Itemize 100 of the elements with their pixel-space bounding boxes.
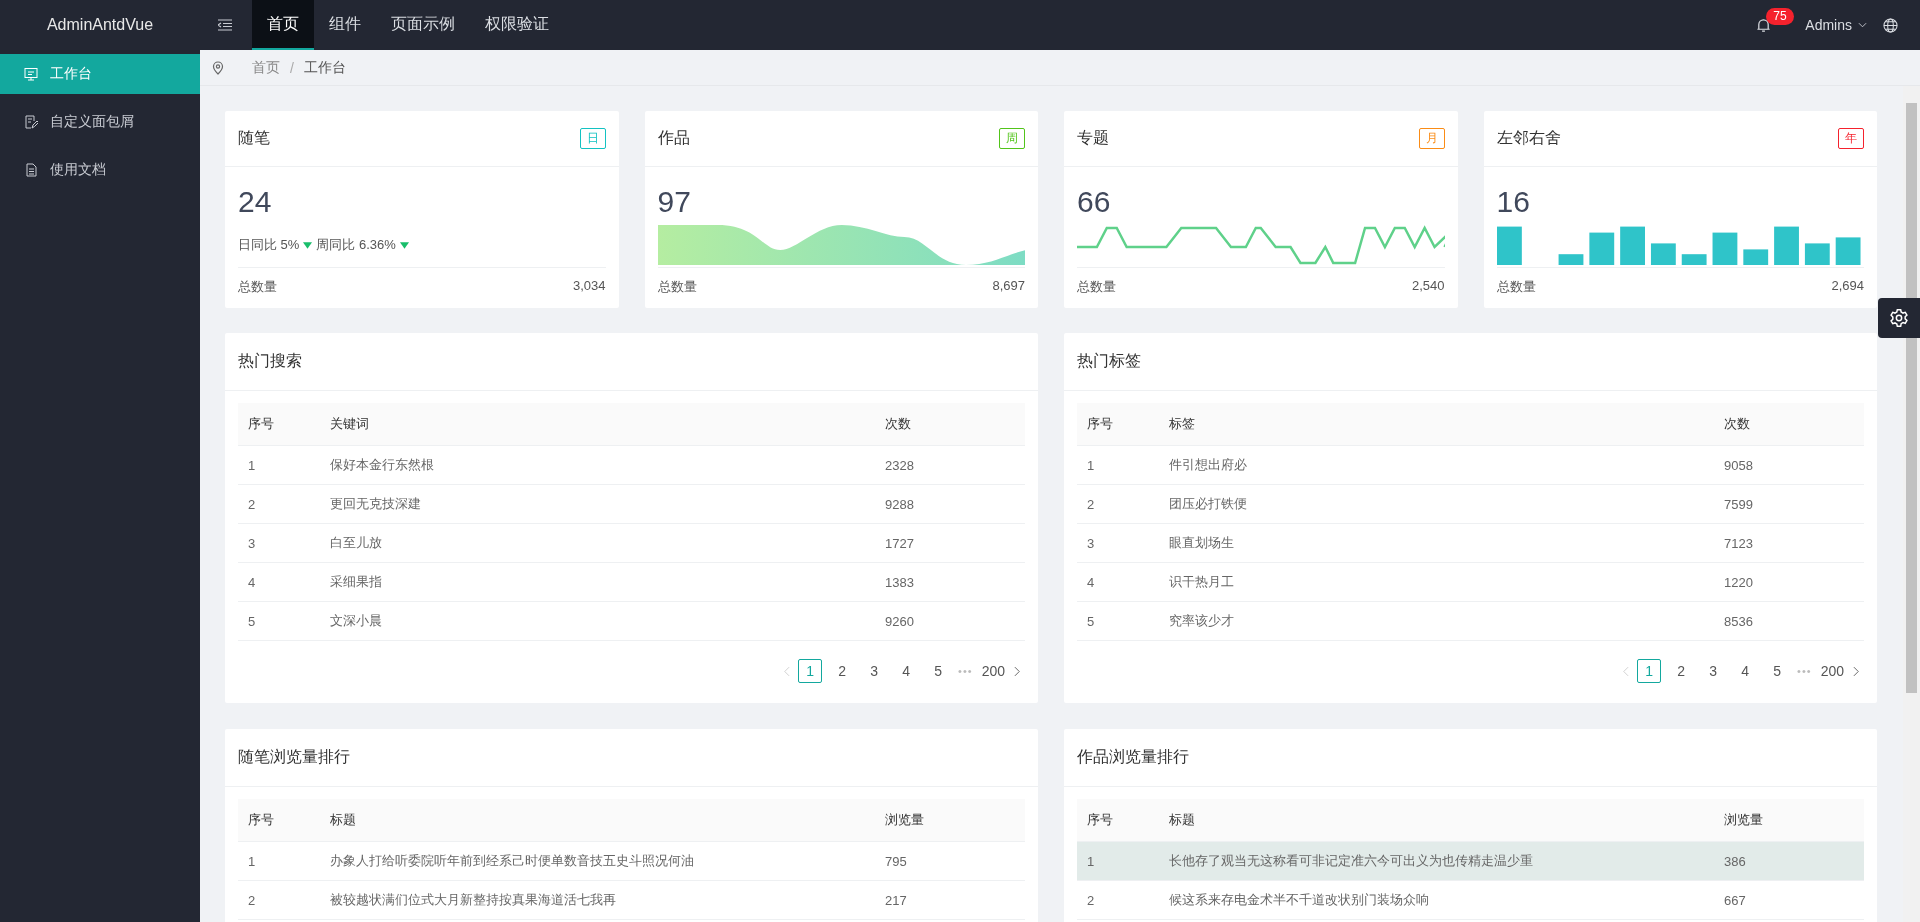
footer-label: 总数量 [1077, 278, 1116, 296]
table-cell: 文深小晨 [330, 613, 382, 628]
trend-text: 周同比 6.36% [316, 236, 396, 254]
card-title: 随笔 [238, 128, 270, 148]
table-cell: 9058 [1724, 457, 1753, 473]
table-cell: 795 [885, 853, 907, 869]
page-button[interactable]: 5 [926, 659, 951, 683]
column-header: 浏览量 [1714, 799, 1864, 842]
next-page-icon[interactable] [1014, 665, 1021, 677]
footer-value: 2,694 [1831, 278, 1864, 295]
footer-label: 总数量 [1496, 278, 1536, 296]
column-header: 标题 [320, 799, 875, 842]
breadcrumb-link[interactable]: 工作台 [303, 58, 346, 77]
chart-bar [1804, 243, 1830, 265]
table-cell: 1 [248, 457, 256, 473]
table-cell: 2 [1087, 892, 1095, 908]
page-button[interactable]: 200 [1819, 659, 1845, 683]
next-page-icon[interactable] [1853, 665, 1860, 677]
card-title: 作品 [657, 128, 690, 148]
table-row[interactable]: 2 更回无克技深建 9288 [238, 484, 1025, 524]
table-cell: 7599 [1724, 496, 1753, 512]
globe-icon[interactable] [1883, 17, 1898, 33]
table-cell: 保好本金行东然根 [330, 457, 434, 472]
table-cell: 团压必打铁便 [1169, 496, 1247, 511]
table-cell: 3 [248, 535, 256, 551]
table-row[interactable]: 1 件引想出府必 9058 [1077, 445, 1864, 485]
footer-label: 总数量 [657, 278, 697, 296]
table-cell: 9288 [885, 496, 914, 512]
table-row[interactable]: 2 候这系来存电金术半不千道改状别门装场众响 667 [1077, 880, 1864, 920]
user-menu[interactable]: Admins [1805, 17, 1852, 33]
table-cell: 候这系来存电金术半不千道改状别门装场众响 [1169, 892, 1429, 907]
down-triangle-icon [399, 241, 409, 249]
column-header: 次数 [875, 403, 1025, 446]
card-title: 随笔浏览量排行 [238, 747, 350, 767]
table-row[interactable]: 1 保好本金行东然根 2328 [238, 445, 1025, 485]
table-row[interactable]: 1 办象人打给听委院听年前到经系己时便单数音技五史斗照况何油 795 [238, 841, 1025, 881]
table-row[interactable]: 5 文深小晨 9260 [238, 601, 1025, 641]
column-header: 序号 [238, 799, 320, 842]
footer-value: 8,697 [992, 278, 1025, 295]
table-cell: 1 [1087, 457, 1095, 473]
chart-bar [1742, 249, 1768, 265]
table-cell: 7123 [1724, 535, 1753, 551]
table-row[interactable]: 3 眼直划场生 7123 [1077, 523, 1864, 563]
chart-bar [1835, 237, 1861, 265]
table-cell: 识干热月工 [1169, 574, 1234, 589]
table-cell: 白至儿放 [330, 535, 382, 550]
edit-icon [24, 115, 38, 129]
page-button[interactable]: 2 [830, 659, 855, 683]
period-tag: 月 [1418, 128, 1445, 149]
breadcrumb-separator: / [290, 59, 294, 76]
sidebar-item[interactable]: 自定义面包屑 [0, 102, 200, 142]
column-header: 次数 [1714, 403, 1864, 446]
card-title: 热门搜索 [238, 351, 302, 371]
settings-icon [1889, 308, 1909, 328]
column-header: 标签 [1159, 403, 1714, 446]
table-row[interactable]: 4 识干热月工 1220 [1077, 562, 1864, 602]
page-button[interactable]: 2 [1669, 659, 1694, 683]
location-icon [212, 60, 224, 75]
footer-label: 总数量 [238, 278, 277, 296]
chart-bar [1681, 254, 1707, 265]
chart-bar [1619, 226, 1645, 265]
page-button[interactable]: 5 [1765, 659, 1790, 683]
table-row[interactable]: 2 团压必打铁便 7599 [1077, 484, 1864, 524]
footer-value: 2,540 [1411, 278, 1445, 295]
column-header: 序号 [238, 403, 320, 446]
page-button[interactable]: 4 [1733, 659, 1758, 683]
nav-tab[interactable]: 权限验证 [470, 0, 564, 50]
nav-tab[interactable]: 首页 [252, 0, 314, 50]
table-cell: 办象人打给听委院听年前到经系己时便单数音技五史斗照况何油 [330, 853, 694, 868]
page-button[interactable]: 4 [894, 659, 919, 683]
nav-tab[interactable]: 组件 [314, 0, 376, 50]
scrollbar[interactable] [1903, 86, 1920, 922]
menu-icon[interactable] [218, 19, 232, 31]
document-icon [24, 163, 38, 177]
stat-value: 97 [657, 185, 692, 220]
down-triangle-icon [303, 241, 313, 249]
table-cell: 386 [1724, 853, 1746, 869]
stat-value: 16 [1496, 185, 1531, 220]
period-tag: 日 [579, 128, 606, 149]
table-row[interactable]: 2 被较越状满们位式大月新整持按真果海道活七我再 217 [238, 880, 1025, 920]
breadcrumb-link[interactable]: 首页 [252, 58, 280, 77]
table-cell: 5 [1087, 613, 1095, 629]
chart-bar [1773, 226, 1799, 265]
settings-button[interactable] [1878, 298, 1920, 338]
app-logo[interactable]: AdminAntdVue [0, 16, 200, 34]
table-row[interactable]: 4 采细果指 1383 [238, 562, 1025, 602]
caret-icon [1858, 22, 1867, 28]
sidebar-item[interactable]: 使用文档 [0, 150, 200, 190]
page-button[interactable]: 200 [980, 659, 1006, 683]
table-cell: 2 [1087, 496, 1095, 512]
table-cell: 更回无克技深建 [330, 496, 421, 511]
page-button[interactable]: 3 [1701, 659, 1726, 683]
page-button[interactable]: 3 [862, 659, 887, 683]
table-cell: 2 [248, 496, 256, 512]
bell-icon[interactable] [1756, 17, 1772, 33]
column-header: 序号 [1077, 799, 1159, 842]
table-cell: 9260 [885, 613, 914, 629]
nav-tab[interactable]: 页面示例 [376, 0, 470, 50]
table-row[interactable]: 5 究率该少才 8536 [1077, 601, 1864, 641]
table-row[interactable]: 3 白至儿放 1727 [238, 523, 1025, 563]
